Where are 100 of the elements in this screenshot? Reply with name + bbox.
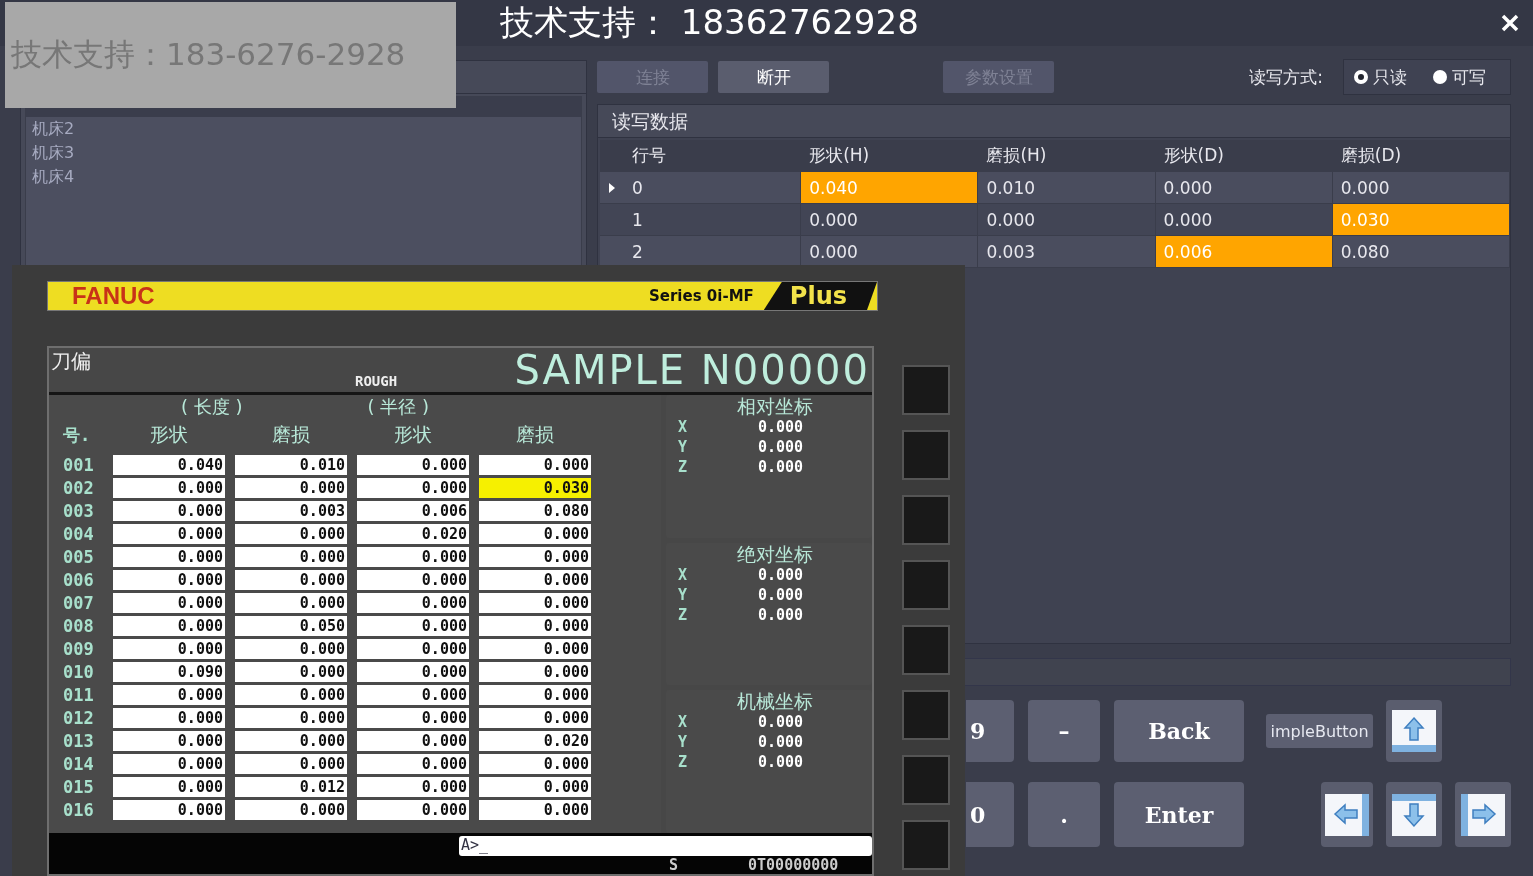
machine-item[interactable]: 机床2 <box>26 117 75 141</box>
offset-cell[interactable]: 0.000 <box>479 799 591 820</box>
machine-item[interactable]: 机床3 <box>26 141 75 165</box>
offset-cell[interactable]: 0.000 <box>357 753 469 774</box>
offset-cell[interactable]: 0.000 <box>235 638 347 659</box>
offset-cell[interactable]: 0.000 <box>235 661 347 682</box>
offset-cell[interactable]: 0.000 <box>479 454 591 475</box>
toolbar-button[interactable]: 断开 <box>718 61 829 93</box>
offset-cell[interactable]: 0.000 <box>479 753 591 774</box>
window-title: 技术支持： 18362762928 <box>500 1 920 44</box>
offset-cell[interactable]: 0.000 <box>235 684 347 705</box>
axis-value: 0.000 <box>758 733 804 752</box>
keypad-key[interactable]: 0 <box>966 782 1014 847</box>
row-number: 003 <box>63 500 95 521</box>
offset-cell[interactable]: 0.000 <box>357 661 469 682</box>
offset-cell[interactable]: 0.030 <box>479 477 591 498</box>
offset-cell[interactable]: 0.000 <box>357 638 469 659</box>
offset-cell[interactable]: 0.000 <box>235 707 347 728</box>
keypad-key[interactable]: . <box>1028 782 1100 847</box>
keypad-key[interactable]: – <box>1028 700 1100 762</box>
soft-key[interactable] <box>902 690 950 740</box>
offset-cell[interactable]: 0.000 <box>235 592 347 613</box>
offset-cell[interactable]: 0.000 <box>235 730 347 751</box>
radio-dot[interactable] <box>1354 70 1368 84</box>
offset-cell[interactable]: 0.000 <box>479 684 591 705</box>
offset-cell[interactable]: 0.000 <box>479 638 591 659</box>
soft-key[interactable] <box>902 755 950 805</box>
offset-cell[interactable]: 0.006 <box>357 500 469 521</box>
offset-cell[interactable]: 0.000 <box>235 799 347 820</box>
offset-cell[interactable]: 0.000 <box>113 638 225 659</box>
offset-cell[interactable]: 0.010 <box>235 454 347 475</box>
offset-cell[interactable]: 0.000 <box>357 546 469 567</box>
keypad-key[interactable]: 9 <box>966 700 1014 762</box>
offset-cell[interactable]: 0.000 <box>357 776 469 797</box>
offset-cell[interactable]: 0.020 <box>479 730 591 751</box>
offset-cell[interactable]: 0.000 <box>479 776 591 797</box>
offset-cell[interactable]: 0.000 <box>235 546 347 567</box>
keypad-key[interactable]: Enter <box>1114 782 1244 847</box>
offset-cell[interactable]: 0.000 <box>357 592 469 613</box>
offset-cell[interactable]: 0.000 <box>479 661 591 682</box>
offset-cell[interactable]: 0.080 <box>479 500 591 521</box>
close-icon[interactable] <box>1501 14 1519 32</box>
offset-cell[interactable]: 0.000 <box>113 569 225 590</box>
offset-cell[interactable]: 0.000 <box>357 454 469 475</box>
keypad-key[interactable]: Back <box>1114 700 1244 762</box>
offset-cell[interactable]: 0.000 <box>357 615 469 636</box>
offset-cell[interactable]: 0.000 <box>235 523 347 544</box>
offset-cell[interactable]: 0.000 <box>113 730 225 751</box>
offset-cell[interactable]: 0.000 <box>113 684 225 705</box>
offset-cell[interactable]: 0.003 <box>235 500 347 521</box>
offset-cell[interactable]: 0.000 <box>479 615 591 636</box>
offset-cell[interactable]: 0.000 <box>357 569 469 590</box>
offset-cell[interactable]: 0.000 <box>357 730 469 751</box>
offset-cell[interactable]: 0.000 <box>357 707 469 728</box>
offset-cell[interactable]: 0.000 <box>479 707 591 728</box>
offset-cell[interactable]: 0.000 <box>113 753 225 774</box>
offset-cell[interactable]: 0.050 <box>235 615 347 636</box>
group-label: ( 长度 ) <box>181 397 243 417</box>
offset-cell[interactable]: 0.000 <box>479 546 591 567</box>
offset-cell[interactable]: 0.000 <box>113 500 225 521</box>
table-cell: 0.040 <box>801 172 979 203</box>
table-cell: 0.006 <box>1155 236 1333 267</box>
offset-cell[interactable]: 0.000 <box>235 753 347 774</box>
arrow-button[interactable] <box>1386 700 1442 762</box>
offset-cell[interactable]: 0.090 <box>113 661 225 682</box>
radio-dot[interactable] <box>1433 70 1447 84</box>
offset-cell[interactable]: 0.000 <box>113 592 225 613</box>
mode-radio-label[interactable]: 可写 <box>1452 65 1486 89</box>
soft-key[interactable] <box>902 560 950 610</box>
offset-cell[interactable]: 0.000 <box>113 799 225 820</box>
arrow-button[interactable] <box>1386 782 1442 847</box>
offset-cell[interactable]: 0.000 <box>235 569 347 590</box>
offset-cell[interactable]: 0.000 <box>113 707 225 728</box>
simple-button[interactable]: impleButton <box>1266 714 1373 748</box>
offset-cell[interactable]: 0.000 <box>113 776 225 797</box>
offset-cell[interactable]: 0.000 <box>357 684 469 705</box>
offset-cell[interactable]: 0.000 <box>479 592 591 613</box>
offset-cell[interactable]: 0.000 <box>113 546 225 567</box>
soft-key[interactable] <box>902 820 950 870</box>
soft-key[interactable] <box>902 625 950 675</box>
machine-item[interactable]: 机床4 <box>26 165 75 189</box>
soft-key[interactable] <box>902 430 950 480</box>
offset-cell[interactable]: 0.000 <box>479 569 591 590</box>
offset-cell[interactable]: 0.000 <box>357 477 469 498</box>
soft-key[interactable] <box>902 365 950 415</box>
offset-cell[interactable]: 0.000 <box>113 523 225 544</box>
offset-cell[interactable]: 0.020 <box>357 523 469 544</box>
offset-cell[interactable]: 0.000 <box>113 615 225 636</box>
panel-title: 相对坐标 <box>737 395 813 417</box>
offset-cell[interactable]: 0.000 <box>113 477 225 498</box>
offset-cell[interactable]: 0.040 <box>113 454 225 475</box>
offset-cell[interactable]: 0.012 <box>235 776 347 797</box>
offset-cell[interactable]: 0.000 <box>357 799 469 820</box>
mode-radio-label[interactable]: 只读 <box>1373 65 1407 89</box>
arrow-button[interactable] <box>1321 782 1373 847</box>
soft-key[interactable] <box>902 495 950 545</box>
offset-cell[interactable]: 0.000 <box>479 523 591 544</box>
offset-cell[interactable]: 0.000 <box>235 477 347 498</box>
input-field[interactable]: A>_ <box>459 836 872 856</box>
arrow-button[interactable] <box>1455 782 1511 847</box>
